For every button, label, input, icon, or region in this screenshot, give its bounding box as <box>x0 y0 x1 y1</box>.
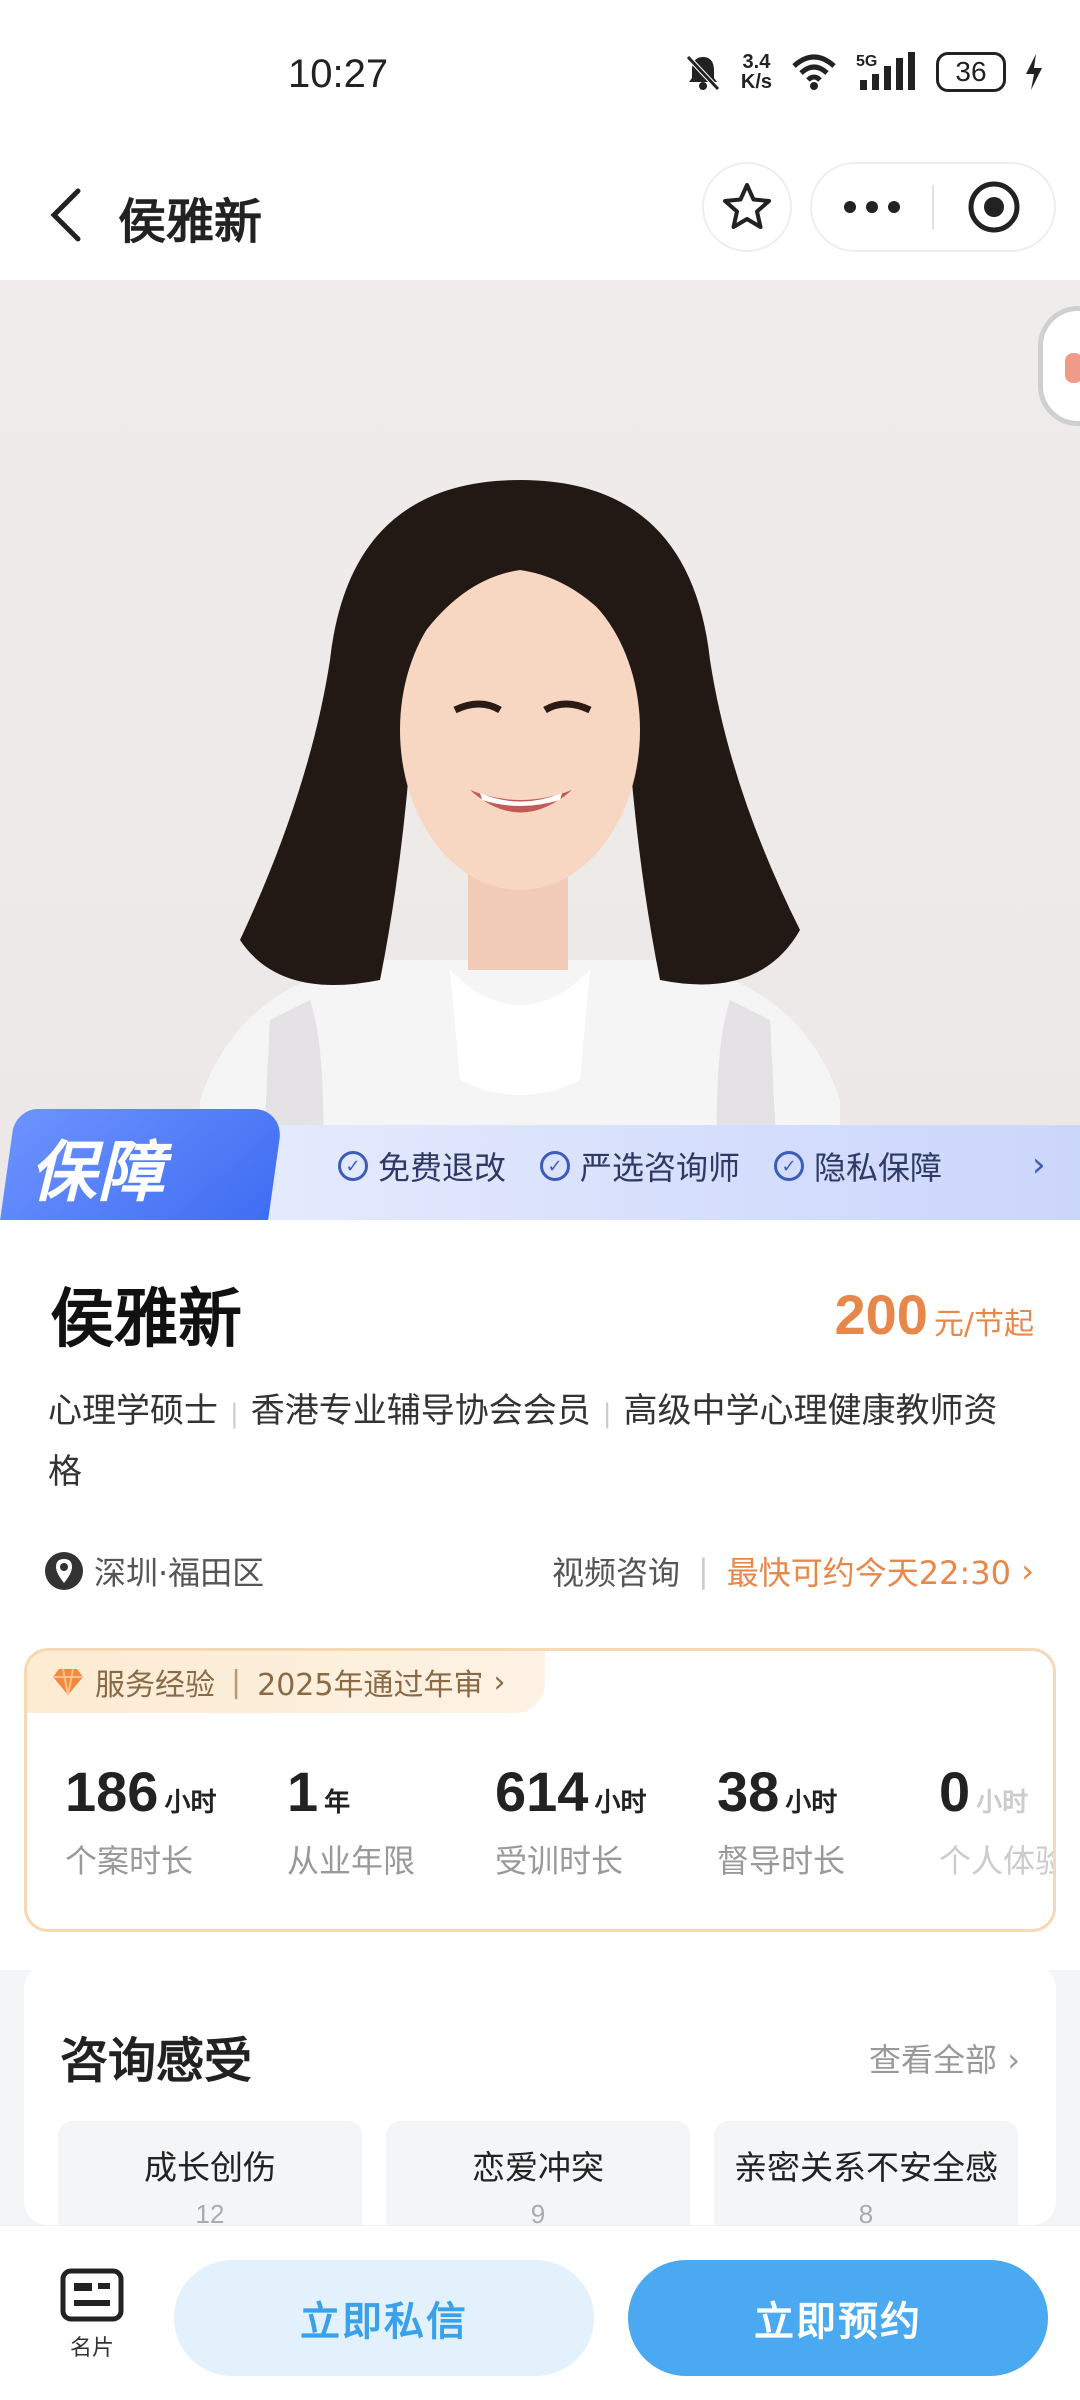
price-value: 200 <box>834 1283 928 1346</box>
stat-case-hours: 186 小时 个案时长 <box>65 1759 287 1882</box>
view-all-link[interactable]: 查看全部 › <box>869 2035 1020 2081</box>
divider: | <box>602 1399 612 1429</box>
net-speed: 3.4 K/s <box>740 51 772 93</box>
credential: 心理学硕士 <box>48 1391 218 1431</box>
stat-value: 0 <box>939 1760 971 1823</box>
divider: | <box>698 1552 709 1590</box>
guarantee-item: ✓ 严选咨询师 <box>540 1143 740 1189</box>
stat-personal-hours: 0 小时 个人体验 <box>939 1759 1056 1882</box>
feeling-tag-name: 成长创伤 <box>144 2148 276 2187</box>
battery-icon: 36 <box>936 52 1006 92</box>
stat-unit: 小时 <box>976 1788 1029 1818</box>
chevron-right-icon: › <box>1032 1145 1046 1185</box>
id-card-icon <box>60 2268 124 2322</box>
guarantee-badge-text: 保障 <box>30 1134 166 1211</box>
business-card-label: 名片 <box>69 2336 114 2361</box>
consult-mode: 视频咨询 <box>552 1554 681 1592</box>
stat-value: 186 <box>65 1760 159 1823</box>
wifi-icon <box>792 54 836 90</box>
check-circle-icon: ✓ <box>338 1151 368 1181</box>
stat-years: 1年 从业年限 <box>287 1759 495 1882</box>
stat-supervision-hours: 38 小时 督导时长 <box>717 1759 939 1882</box>
stat-label: 受训时长 <box>495 1842 624 1880</box>
back-button[interactable] <box>36 180 96 250</box>
feeling-tag-name: 亲密关系不安全感 <box>734 2148 998 2187</box>
experience-stats: 186 小时 个案时长 1年 从业年限 614 小时 受训时长 38 小时 督导时长 … <box>65 1759 1056 1882</box>
guarantee-item: ✓ 免费退改 <box>338 1143 506 1189</box>
feeling-tag-name: 恋爱冲突 <box>472 2148 604 2187</box>
chevron-left-icon <box>50 188 81 242</box>
status-icons: 3.4 K/s 5G 36 <box>683 52 1044 92</box>
favorite-button[interactable] <box>702 162 792 252</box>
status-bar: 10:27 3.4 K/s 5G 36 <box>0 0 1080 150</box>
counselor-portrait <box>200 480 840 1220</box>
price: 200 元/节起 <box>834 1282 1034 1347</box>
more-dots-icon <box>844 201 900 213</box>
feeling-tag[interactable]: 恋爱冲突 9 <box>386 2121 690 2225</box>
chevron-right-icon: › <box>493 1664 506 1700</box>
stat-unit: 小时 <box>164 1788 217 1818</box>
location-text: 深圳·福田区 <box>94 1554 265 1592</box>
guarantee-item: ✓ 隐私保障 <box>774 1143 942 1189</box>
hero-section: 保障 ✓ 免费退改 ✓ 严选咨询师 ✓ 隐私保障 › <box>0 280 1080 1220</box>
nav-bar: 侯雅新 <box>0 150 1080 280</box>
divider: | <box>230 1399 239 1429</box>
earliest-slot: 最快可约今天22:30 <box>726 1554 1012 1592</box>
check-circle-icon: ✓ <box>774 1151 805 1181</box>
feeling-tag-count: 8 <box>858 2199 874 2225</box>
stat-unit: 小时 <box>785 1788 838 1818</box>
diamond-icon <box>53 1668 83 1696</box>
message-button[interactable]: 立即私信 <box>174 2260 594 2376</box>
section-title: 咨询感受 <box>60 2033 253 2089</box>
experience-title: 服务经验 <box>95 1668 215 1703</box>
miniapp-capsule <box>810 162 1056 252</box>
stat-value: 38 <box>717 1760 780 1823</box>
charging-icon <box>1026 54 1042 90</box>
bottom-action-bar: 名片 立即私信 立即预约 <box>0 2225 1080 2400</box>
stat-unit: 年 <box>324 1788 351 1818</box>
star-icon <box>723 183 771 229</box>
guarantee-banner[interactable]: 保障 ✓ 免费退改 ✓ 严选咨询师 ✓ 隐私保障 › <box>0 1109 1080 1220</box>
stat-label: 督导时长 <box>717 1842 846 1880</box>
feeling-tags: 成长创伤 12 恋爱冲突 9 亲密关系不安全感 8 <box>58 2121 1018 2225</box>
mute-bell-icon <box>686 55 720 91</box>
experience-tag[interactable]: 服务经验 | 2025年通过年审 › <box>27 1651 546 1713</box>
stat-value: 1 <box>287 1760 319 1823</box>
stat-label: 个案时长 <box>65 1842 194 1880</box>
status-time: 10:27 <box>288 52 389 96</box>
stat-training-hours: 614 小时 受训时长 <box>495 1759 717 1882</box>
book-button[interactable]: 立即预约 <box>628 2260 1048 2376</box>
consult-feelings-section: 咨询感受 查看全部 › 成长创伤 12 恋爱冲突 9 亲密关系不安全感 8 <box>24 1965 1056 2225</box>
audit-note: 2025年通过年审 <box>257 1668 484 1703</box>
feeling-tag[interactable]: 成长创伤 12 <box>58 2121 362 2225</box>
feeling-tag-count: 12 <box>195 2199 225 2225</box>
chevron-right-icon: › <box>1011 1552 1034 1590</box>
price-unit: 元/节起 <box>933 1307 1034 1342</box>
credential: 香港专业辅导协会会员 <box>250 1391 591 1431</box>
stat-value: 614 <box>495 1760 589 1823</box>
svg-text:5G: 5G <box>856 53 877 70</box>
stat-label: 个人体验 <box>939 1842 1056 1880</box>
floating-service-button[interactable] <box>1038 306 1080 426</box>
stat-label: 从业年限 <box>287 1842 416 1880</box>
business-card-button[interactable]: 名片 <box>52 2268 132 2362</box>
signal-icon: 5G <box>856 52 915 90</box>
divider: | <box>231 1664 242 1700</box>
location: 深圳·福田区 <box>44 1548 264 1594</box>
close-miniapp-button[interactable] <box>934 164 1054 250</box>
page-title: 侯雅新 <box>118 194 263 250</box>
feeling-tag-count: 9 <box>530 2199 546 2225</box>
counselor-name: 侯雅新 <box>50 1283 242 1357</box>
stat-unit: 小时 <box>594 1788 647 1818</box>
experience-card: 服务经验 | 2025年通过年审 › 186 小时 个案时长 1年 从业年限 61… <box>24 1648 1056 1932</box>
location-pin-icon <box>45 1552 83 1590</box>
more-button[interactable] <box>812 164 932 250</box>
target-icon <box>968 181 1020 233</box>
guarantee-items: ✓ 免费退改 ✓ 严选咨询师 ✓ 隐私保障 <box>338 1143 942 1189</box>
check-circle-icon: ✓ <box>540 1151 571 1181</box>
consult-info[interactable]: 视频咨询 | 最快可约今天22:30 › <box>552 1548 1034 1594</box>
profile-card: 侯雅新 200 元/节起 心理学硕士 | 香港专业辅导协会会员 | 高级中学心理健康教师… <box>0 1220 1080 1970</box>
feeling-tag[interactable]: 亲密关系不安全感 8 <box>714 2121 1018 2225</box>
credentials: 心理学硕士 | 香港专业辅导协会会员 | 高级中学心理健康教师资格 <box>48 1382 1028 1501</box>
